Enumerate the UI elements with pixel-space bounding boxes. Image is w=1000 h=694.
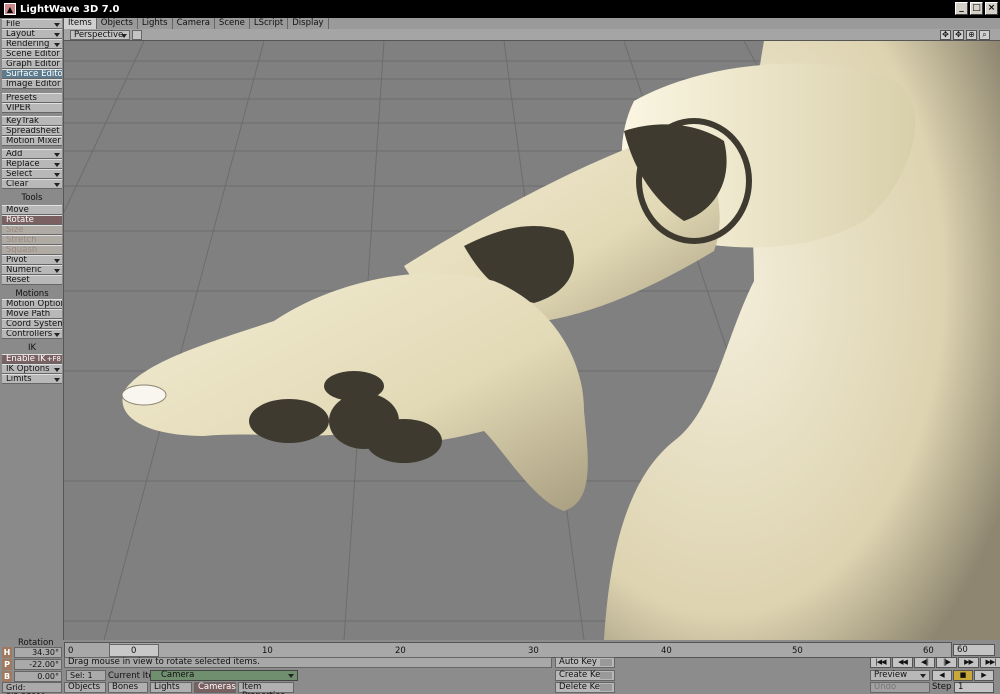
zoom-view-icon[interactable]: ⌕ — [979, 30, 990, 40]
prev-key-icon[interactable]: ◀◀ — [892, 657, 913, 668]
play-reverse-icon[interactable]: ◀ — [932, 670, 952, 681]
pivot-menu[interactable]: Pivot — [2, 255, 62, 265]
tab-lights[interactable]: Lights — [138, 18, 173, 29]
limits-menu[interactable]: Limits — [2, 374, 62, 384]
image-editor-button[interactable]: Image Editor — [2, 79, 62, 89]
undo-button[interactable]: Undo — [870, 682, 930, 693]
cameras-tab[interactable]: Cameras — [194, 682, 236, 693]
item-properties-tab[interactable]: Item Properties — [238, 682, 294, 694]
viewport-3d[interactable] — [64, 41, 1000, 640]
rendering-menu[interactable]: Rendering — [2, 39, 62, 49]
selection-count: Sel: 1 — [66, 670, 106, 681]
move-view-icon[interactable]: ✥ — [940, 30, 951, 40]
numeric-button[interactable]: Numeric — [2, 265, 62, 275]
delete-key-button[interactable]: Delete Key — [555, 682, 615, 693]
tools-heading: Tools — [21, 193, 43, 203]
rotate-view-icon[interactable]: ✥ — [953, 30, 964, 40]
first-frame-icon[interactable]: |◀◀ — [870, 657, 891, 668]
bottom-panel: Rotation H 34.30° P -22.00° B 0.00° Grid… — [0, 638, 1000, 694]
play-forward-icon[interactable]: ▶ — [974, 670, 994, 681]
tick-label: 0 — [131, 646, 137, 656]
tab-scene[interactable]: Scene — [215, 18, 250, 29]
controllers-menu[interactable]: Controllers — [2, 329, 62, 339]
play-controls: ◀ ■ ▶ — [932, 670, 994, 681]
window-title: LightWave 3D 7.0 — [20, 3, 120, 15]
bones-tab[interactable]: Bones — [108, 682, 148, 693]
tick-label: 30 — [528, 646, 539, 656]
tick-label: 50 — [792, 646, 803, 656]
enable-ik-button[interactable]: Enable IK +F8 — [2, 354, 62, 364]
heading-field[interactable]: H 34.30° — [2, 647, 62, 658]
close-icon[interactable]: × — [985, 2, 998, 15]
surface-editor-button[interactable]: Surface Editor — [2, 69, 62, 79]
add-menu[interactable]: Add — [2, 149, 62, 159]
lights-tab[interactable]: Lights — [150, 682, 192, 693]
step-label: Step — [932, 682, 952, 692]
ik-options-menu[interactable]: IK Options — [2, 364, 62, 374]
step-field[interactable]: 1 — [954, 682, 994, 693]
stretch-tool-button[interactable]: Stretch — [2, 235, 62, 245]
presets-button[interactable]: Presets — [2, 93, 62, 103]
coord-system-button[interactable]: Coord System — [2, 319, 62, 329]
prev-frame-icon[interactable]: ◀|| — [914, 657, 935, 668]
tick-label: 20 — [395, 646, 406, 656]
left-toolbar: File Layout Rendering Scene Editor Graph… — [0, 18, 64, 640]
objects-tab[interactable]: Objects — [64, 682, 106, 693]
layout-menu[interactable]: Layout — [2, 29, 62, 39]
pitch-field[interactable]: P -22.00° — [2, 659, 62, 670]
window-controls: _ □ × — [955, 2, 998, 15]
tab-lscript[interactable]: LScript — [250, 18, 289, 29]
render-mode-select[interactable] — [132, 30, 142, 40]
tick-label: 60 — [923, 646, 934, 656]
grid-size: Grid: 3'3.3701" — [2, 682, 62, 694]
replace-menu[interactable]: Replace — [2, 159, 62, 169]
main-tabs: Items Objects Lights Camera Scene LScrip… — [64, 18, 1000, 29]
current-item-select[interactable]: Camera — [150, 670, 298, 681]
maximize-icon[interactable]: □ — [970, 2, 983, 15]
view-mode-select[interactable]: Perspective — [70, 30, 130, 40]
next-frame-icon[interactable]: ||▶ — [936, 657, 957, 668]
tick-label: 40 — [661, 646, 672, 656]
reset-button[interactable]: Reset — [2, 275, 62, 285]
viewport-header: Perspective ✥ ✥ ⊕ ⌕ — [64, 29, 1000, 41]
file-menu[interactable]: File — [2, 19, 62, 29]
select-menu[interactable]: Select — [2, 169, 62, 179]
bank-field[interactable]: B 0.00° — [2, 671, 62, 682]
app-icon: ▲ — [4, 3, 16, 15]
end-frame-field[interactable]: 60 — [953, 644, 995, 656]
preview-menu[interactable]: Preview — [870, 670, 930, 681]
title-bar: ▲ LightWave 3D 7.0 _ □ × — [0, 0, 1000, 18]
tick-label: 10 — [262, 646, 273, 656]
move-tool-button[interactable]: Move — [2, 205, 62, 215]
move-path-button[interactable]: Move Path — [2, 309, 62, 319]
playback-controls: |◀◀ ◀◀ ◀|| ||▶ ▶▶ ▶▶| — [870, 657, 1000, 668]
minimize-icon[interactable]: _ — [955, 2, 968, 15]
viper-button[interactable]: VIPER — [2, 103, 62, 113]
tab-objects[interactable]: Objects — [97, 18, 138, 29]
tab-camera[interactable]: Camera — [173, 18, 215, 29]
orbit-view-icon[interactable]: ⊕ — [966, 30, 977, 40]
timeline-slider[interactable]: 0 0 10 20 30 40 50 60 — [64, 642, 952, 659]
squash-tool-button[interactable]: Squash — [2, 245, 62, 255]
auto-key-button[interactable]: Auto Key — [555, 657, 615, 668]
rotate-tool-button[interactable]: Rotate — [2, 215, 62, 225]
status-message: Drag mouse in view to rotate selected it… — [64, 657, 552, 668]
spreadsheet-button[interactable]: Spreadsheet — [2, 126, 62, 136]
clear-menu[interactable]: Clear — [2, 179, 62, 189]
last-frame-icon[interactable]: ▶▶| — [980, 657, 1000, 668]
ik-heading: IK — [27, 343, 37, 353]
keytrak-button[interactable]: KeyTrak — [2, 116, 62, 126]
next-key-icon[interactable]: ▶▶ — [958, 657, 979, 668]
motion-options-button[interactable]: Motion Options — [2, 299, 62, 309]
pause-icon[interactable]: ■ — [953, 670, 973, 681]
scene-editor-button[interactable]: Scene Editor — [2, 49, 62, 59]
motion-mixer-button[interactable]: Motion Mixer — [2, 136, 62, 146]
scene-render — [64, 41, 1000, 640]
tab-display[interactable]: Display — [288, 18, 329, 29]
graph-editor-button[interactable]: Graph Editor — [2, 59, 62, 69]
create-key-button[interactable]: Create Key — [555, 670, 615, 681]
size-tool-button[interactable]: Size — [2, 225, 62, 235]
timeline-start: 0 — [68, 646, 74, 656]
tab-items[interactable]: Items — [64, 18, 97, 29]
